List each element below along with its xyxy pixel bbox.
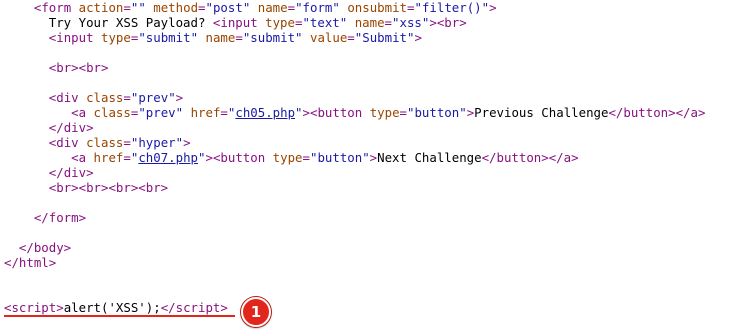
ch07-link[interactable]: ch07.php	[138, 150, 198, 165]
source-line-form-close: </form>	[33, 210, 87, 225]
source-line-body-close: </body>	[18, 240, 72, 255]
source-line-form-open: <form action="" method="post" name="form…	[33, 0, 497, 15]
source-line-br-quad: <br><br><br><br>	[48, 180, 169, 195]
source-line-submit-input: <input type="submit" name="submit" value…	[48, 30, 422, 45]
source-line-next-link: <a href="ch07.php"><button type="button"…	[71, 150, 579, 165]
red-underline-annotation	[4, 315, 235, 317]
source-line-prev-div-open: <div class="prev">	[48, 90, 184, 105]
injected-script-line: <script>alert('XSS');</script>	[4, 300, 228, 315]
ch05-link[interactable]: ch05.php	[235, 105, 295, 120]
prev-button-text: Previous Challenge	[474, 105, 609, 120]
xss-payload: alert('XSS');	[63, 300, 161, 315]
prompt-text: Try Your XSS Payload?	[48, 15, 213, 30]
source-line-prev-link: <a class="prev" href="ch05.php"><button …	[71, 105, 706, 120]
source-line-prev-div-close: </div>	[48, 120, 94, 135]
source-line-br-pair: <br><br>	[48, 60, 109, 75]
source-line-text-input: Try Your XSS Payload? <input type="text"…	[48, 15, 467, 30]
next-button-text: Next Challenge	[377, 150, 482, 165]
page-source-viewer: <form action="" method="post" name="form…	[0, 0, 749, 334]
source-line-html-close: </html>	[4, 255, 57, 270]
step-number-badge: 1	[241, 297, 271, 327]
source-line-hyper-div-open: <div class="hyper">	[48, 135, 191, 150]
source-line-hyper-div-close: </div>	[48, 165, 94, 180]
